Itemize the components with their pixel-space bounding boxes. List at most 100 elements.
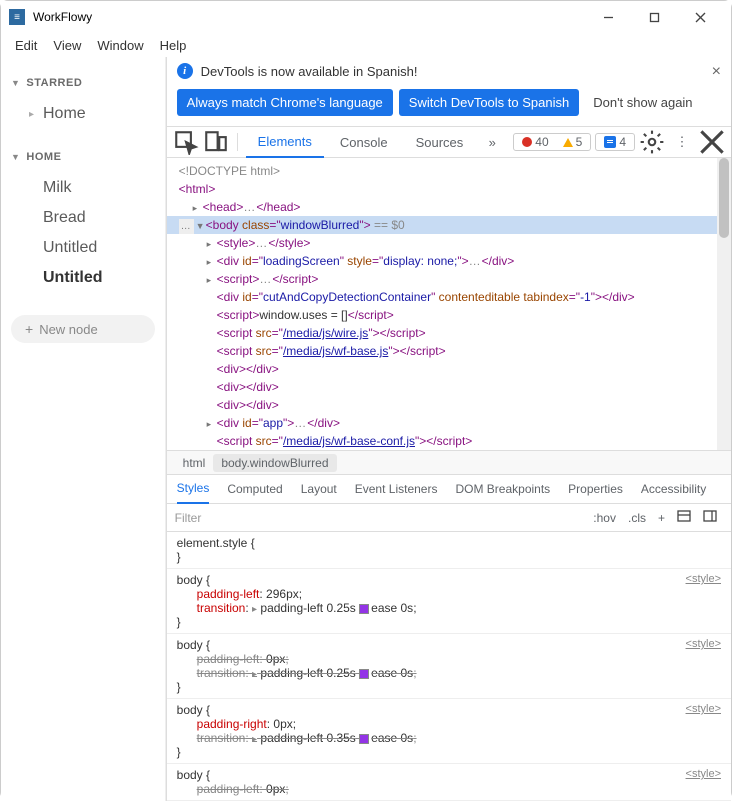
banner-text: DevTools is now available in Spanish! bbox=[201, 64, 418, 79]
new-rule-icon[interactable]: + bbox=[652, 511, 671, 525]
rule-body-3[interactable]: <style> body { padding-right: 0px; trans… bbox=[167, 699, 731, 764]
tab-event-listeners[interactable]: Event Listeners bbox=[355, 475, 438, 504]
settings-icon[interactable] bbox=[639, 129, 665, 155]
close-banner-icon[interactable]: × bbox=[712, 63, 721, 81]
tab-elements[interactable]: Elements bbox=[246, 127, 324, 158]
inspect-icon[interactable] bbox=[173, 129, 199, 155]
devtools-panel: i DevTools is now available in Spanish! … bbox=[166, 57, 731, 801]
prop-name: padding-right bbox=[197, 717, 267, 731]
sidebar-item-home[interactable]: ▸Home bbox=[11, 99, 155, 129]
tab-computed[interactable]: Computed bbox=[227, 475, 282, 504]
sidebar-item-label: Milk bbox=[43, 179, 71, 197]
dom-script-text: window.uses = [] bbox=[259, 308, 347, 322]
prop-value: padding-left 0.35s bbox=[260, 731, 355, 745]
rule-selector: body { bbox=[177, 573, 721, 587]
issues-badge[interactable]: 40 5 bbox=[513, 133, 591, 151]
dom-src-link[interactable]: /media/js/wf-base-conf.js bbox=[283, 434, 415, 448]
message-icon bbox=[604, 136, 616, 148]
sidebar-section-label: HOME bbox=[26, 151, 61, 163]
new-node-button[interactable]: +New node bbox=[11, 315, 155, 343]
menubar: Edit View Window Help bbox=[1, 33, 731, 57]
rule-source-link[interactable]: <style> bbox=[686, 638, 721, 650]
message-count: 4 bbox=[619, 135, 626, 149]
tab-console[interactable]: Console bbox=[328, 127, 400, 158]
rule-element-style[interactable]: element.style { } bbox=[167, 532, 731, 569]
styles-tabstrip: Styles Computed Layout Event Listeners D… bbox=[167, 474, 731, 504]
maximize-button[interactable] bbox=[631, 1, 677, 33]
tab-dom-breakpoints[interactable]: DOM Breakpoints bbox=[455, 475, 550, 504]
close-devtools-icon[interactable] bbox=[699, 129, 725, 155]
dom-src-link[interactable]: /media/js/wire.js bbox=[283, 326, 368, 340]
sidebar-item-milk[interactable]: Milk bbox=[11, 173, 155, 203]
switch-language-button[interactable]: Switch DevTools to Spanish bbox=[399, 89, 579, 116]
prop-name: transition bbox=[197, 601, 246, 615]
minimize-button[interactable] bbox=[585, 1, 631, 33]
tab-accessibility[interactable]: Accessibility bbox=[641, 475, 706, 504]
plus-icon: + bbox=[25, 321, 33, 337]
sidebar-item-label: Untitled bbox=[43, 269, 103, 287]
sidebar-section-label: STARRED bbox=[26, 77, 82, 89]
dont-show-button[interactable]: Don't show again bbox=[585, 89, 700, 116]
rule-close: } bbox=[177, 550, 721, 564]
rule-body-1[interactable]: <style> body { padding-left: 296px; tran… bbox=[167, 569, 731, 634]
warning-icon bbox=[563, 138, 573, 147]
rule-body-4[interactable]: <style> body { padding-left: 0px; bbox=[167, 764, 731, 801]
more-tabs-icon[interactable]: » bbox=[479, 129, 505, 155]
prop-name: transition bbox=[197, 731, 246, 745]
menu-edit[interactable]: Edit bbox=[7, 36, 45, 55]
tab-sources[interactable]: Sources bbox=[404, 127, 476, 158]
scrollbar[interactable] bbox=[717, 158, 731, 450]
rule-body-2[interactable]: <style> body { padding-left: 0px; transi… bbox=[167, 634, 731, 699]
device-icon[interactable] bbox=[203, 129, 229, 155]
prop-name: padding-left bbox=[197, 782, 260, 796]
styles-pane[interactable]: element.style { } <style> body { padding… bbox=[167, 532, 731, 801]
rule-source-link[interactable]: <style> bbox=[686, 573, 721, 585]
dom-ellipsis: … bbox=[179, 219, 194, 234]
sidebar-section-starred[interactable]: ▼STARRED bbox=[11, 77, 155, 89]
dom-selected-marker: == $0 bbox=[371, 218, 405, 232]
prop-value: 0px bbox=[266, 782, 285, 796]
sidebar-item-untitled[interactable]: Untitled bbox=[11, 233, 155, 263]
rule-source-link[interactable]: <style> bbox=[686, 703, 721, 715]
styles-filter-row: Filter :hov .cls + bbox=[167, 504, 731, 532]
crumb-html[interactable]: html bbox=[175, 454, 214, 472]
sidebar-section-home[interactable]: ▼HOME bbox=[11, 151, 155, 163]
hov-button[interactable]: :hov bbox=[587, 511, 622, 525]
sidebar: ▼STARRED ▸Home ▼HOME Milk Bread Untitled… bbox=[1, 57, 166, 801]
devtools-tabstrip: Elements Console Sources » 40 5 4 ⋮ bbox=[167, 126, 731, 158]
messages-badge[interactable]: 4 bbox=[595, 133, 635, 151]
rule-close: } bbox=[177, 615, 721, 629]
sidebar-toggle-icon[interactable] bbox=[697, 509, 723, 526]
close-button[interactable] bbox=[677, 1, 723, 33]
menu-view[interactable]: View bbox=[45, 36, 89, 55]
sidebar-item-bread[interactable]: Bread bbox=[11, 203, 155, 233]
filter-input[interactable]: Filter bbox=[175, 511, 588, 525]
sidebar-item-untitled-active[interactable]: Untitled bbox=[11, 263, 155, 293]
swatch-icon[interactable] bbox=[359, 734, 369, 744]
swatch-icon[interactable] bbox=[359, 669, 369, 679]
rule-selector: element.style { bbox=[177, 536, 721, 550]
error-count: 40 bbox=[535, 135, 548, 149]
crumb-body[interactable]: body.windowBlurred bbox=[213, 454, 336, 472]
prop-value: 0px bbox=[266, 652, 285, 666]
prop-value: ease 0s bbox=[371, 601, 413, 615]
rule-source-link[interactable]: <style> bbox=[686, 768, 721, 780]
kebab-icon[interactable]: ⋮ bbox=[669, 129, 695, 155]
info-icon: i bbox=[177, 63, 193, 79]
prop-name: padding-left bbox=[197, 587, 260, 601]
always-match-button[interactable]: Always match Chrome's language bbox=[177, 89, 393, 116]
dom-src-link[interactable]: /media/js/wf-base.js bbox=[283, 344, 388, 358]
dom-tree[interactable]: <!DOCTYPE html> <html> ▸<head>…</head> …… bbox=[167, 158, 731, 450]
scrollbar-thumb[interactable] bbox=[719, 158, 729, 238]
tab-layout[interactable]: Layout bbox=[301, 475, 337, 504]
menu-help[interactable]: Help bbox=[152, 36, 195, 55]
tab-styles[interactable]: Styles bbox=[177, 475, 210, 504]
tab-properties[interactable]: Properties bbox=[568, 475, 623, 504]
app-icon: ≡ bbox=[9, 9, 25, 25]
sidebar-item-label: Bread bbox=[43, 209, 86, 227]
prop-value: 296px bbox=[266, 587, 299, 601]
swatch-icon[interactable] bbox=[359, 604, 369, 614]
menu-window[interactable]: Window bbox=[89, 36, 151, 55]
cls-button[interactable]: .cls bbox=[622, 511, 652, 525]
computed-toggle-icon[interactable] bbox=[671, 509, 697, 526]
